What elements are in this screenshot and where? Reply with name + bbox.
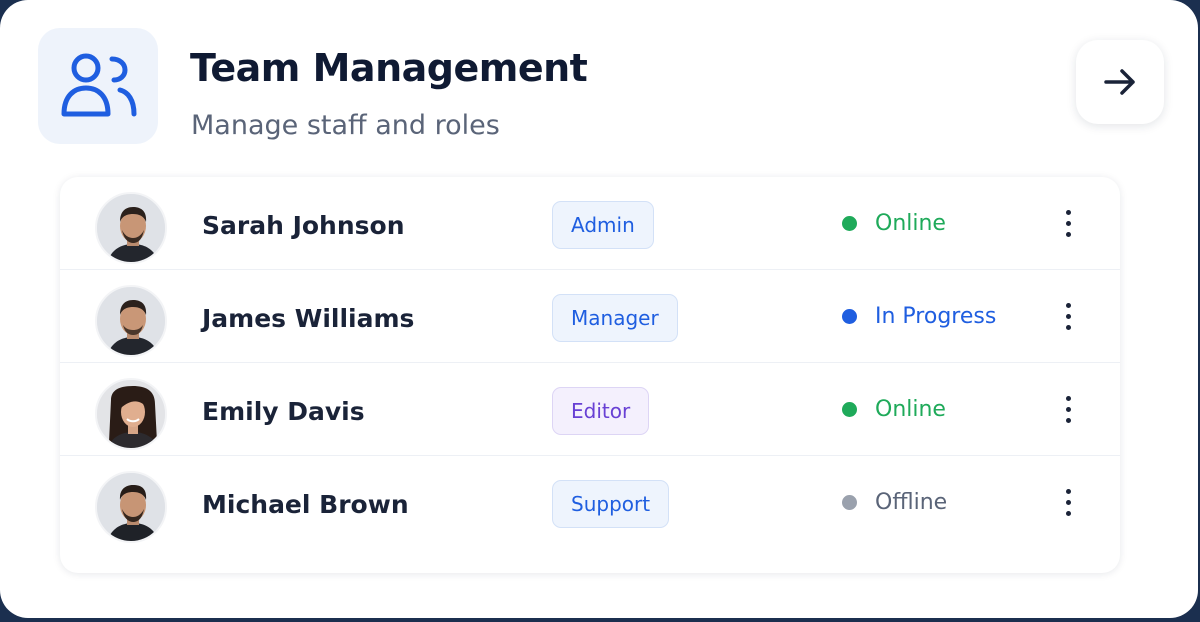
status-label: Online xyxy=(875,397,946,422)
arrow-right-icon xyxy=(1104,69,1135,95)
team-management-card: Team Management Manage staff and roles S… xyxy=(0,0,1198,618)
more-options-button[interactable] xyxy=(1056,203,1080,243)
more-vertical-icon xyxy=(1065,488,1071,494)
avatar xyxy=(95,378,167,450)
avatar xyxy=(95,192,167,264)
status-dot xyxy=(842,216,857,231)
page-title: Team Management xyxy=(190,46,588,90)
role-badge: Admin xyxy=(552,201,654,249)
status-indicator: In Progress xyxy=(842,304,996,329)
more-vertical-icon xyxy=(1065,209,1071,215)
status-label: Offline xyxy=(875,490,948,515)
more-options-button[interactable] xyxy=(1056,389,1080,429)
role-badge: Editor xyxy=(552,387,650,435)
more-options-button[interactable] xyxy=(1056,296,1080,336)
more-options-button[interactable] xyxy=(1056,482,1080,522)
status-dot xyxy=(842,495,857,510)
member-name: Sarah Johnson xyxy=(202,211,405,240)
role-badge: Support xyxy=(552,480,670,528)
status-dot xyxy=(842,402,857,417)
avatar xyxy=(95,471,167,543)
member-row[interactable]: Michael Brown Support Offline xyxy=(60,456,1120,549)
member-list: Sarah Johnson Admin Online James William… xyxy=(60,177,1120,573)
status-label: In Progress xyxy=(875,304,997,329)
role-badge: Manager xyxy=(552,294,678,342)
status-label: Online xyxy=(875,211,946,236)
open-team-button[interactable] xyxy=(1076,40,1164,124)
avatar xyxy=(95,285,167,357)
member-name: James Williams xyxy=(202,304,415,333)
member-row[interactable]: Emily Davis Editor Online xyxy=(60,363,1120,456)
status-indicator: Offline xyxy=(842,490,947,515)
status-dot xyxy=(842,309,857,324)
team-icon-tile xyxy=(38,28,158,144)
page-subtitle: Manage staff and roles xyxy=(191,110,500,141)
status-indicator: Online xyxy=(842,397,946,422)
more-vertical-icon xyxy=(1065,395,1071,401)
status-indicator: Online xyxy=(842,211,946,236)
users-icon xyxy=(61,53,137,117)
member-name: Michael Brown xyxy=(202,490,409,519)
member-row[interactable]: Sarah Johnson Admin Online xyxy=(60,177,1120,270)
member-name: Emily Davis xyxy=(202,397,365,426)
member-row[interactable]: James Williams Manager In Progress xyxy=(60,270,1120,363)
more-vertical-icon xyxy=(1065,302,1071,308)
